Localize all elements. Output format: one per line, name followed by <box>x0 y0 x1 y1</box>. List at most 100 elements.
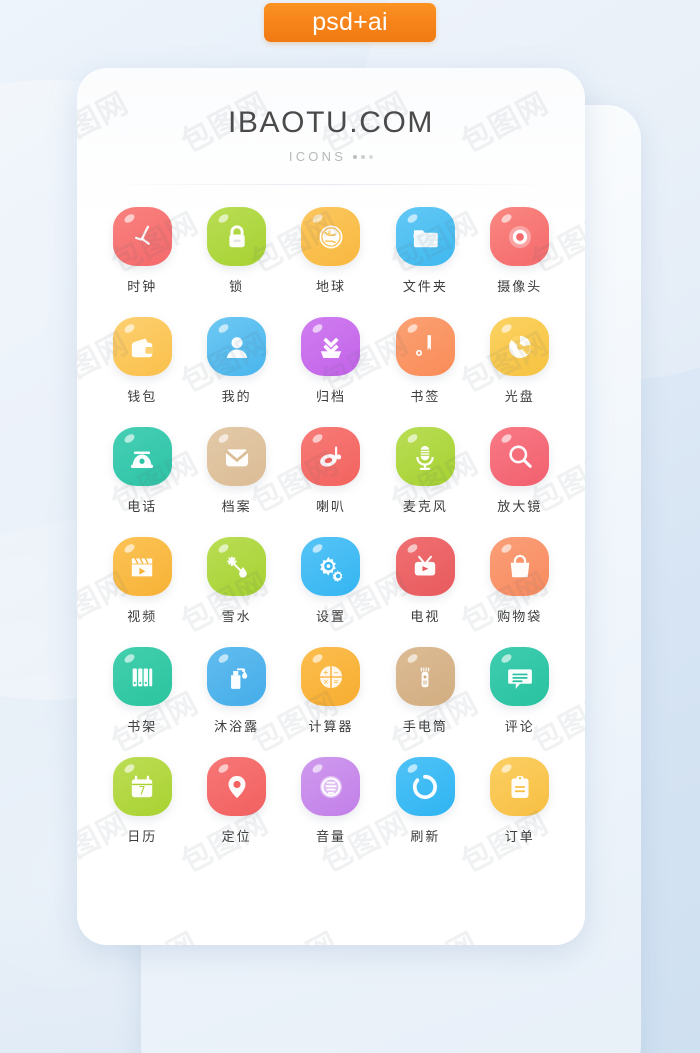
icon-item-microphone[interactable]: 麦克风 <box>378 427 472 515</box>
icon-label: 时钟 <box>127 280 158 295</box>
disc-icon[interactable] <box>490 317 550 376</box>
svg-text:7: 7 <box>139 784 146 797</box>
lock-icon[interactable] <box>207 207 267 266</box>
icon-item-television[interactable]: 电视 <box>378 537 472 625</box>
icon-label: 光盘 <box>504 390 535 405</box>
page-title: IBAOTU.COM <box>227 106 434 139</box>
icon-label: 购物袋 <box>497 610 543 625</box>
icon-label: 雪水 <box>221 610 252 625</box>
icon-item-disc[interactable]: 光盘 <box>473 317 567 405</box>
refresh-icon[interactable] <box>395 757 455 816</box>
order-icon[interactable] <box>490 757 550 816</box>
icon-label: 档案 <box>221 500 252 515</box>
profile-icon[interactable] <box>207 317 267 376</box>
icon-label: 手电筒 <box>402 720 448 735</box>
icon-label: 地球 <box>315 280 346 295</box>
icon-label: 电视 <box>410 610 441 625</box>
file-icon[interactable] <box>207 427 267 486</box>
icon-item-file[interactable]: 档案 <box>189 427 283 515</box>
svg-text:×: × <box>323 677 329 685</box>
snow-water-icon[interactable] <box>207 537 267 596</box>
icon-item-bookmark[interactable]: 书签 <box>378 317 472 405</box>
icon-item-calculator[interactable]: + − × = 计算器 <box>284 647 378 735</box>
bookshelf-icon[interactable] <box>112 647 172 706</box>
icon-item-location[interactable]: 定位 <box>189 757 283 845</box>
camera-icon[interactable] <box>490 207 550 266</box>
volume-icon[interactable] <box>301 757 361 816</box>
icon-item-snow-water[interactable]: 雪水 <box>189 537 283 625</box>
flashlight-icon[interactable] <box>395 647 455 706</box>
icon-label: 沐浴露 <box>214 720 260 735</box>
speaker-icon[interactable] <box>301 427 361 486</box>
header-divider <box>99 184 563 185</box>
icon-item-refresh[interactable]: 刷新 <box>378 757 472 845</box>
icon-label: 书架 <box>127 720 158 735</box>
phone-icon[interactable] <box>112 427 172 486</box>
icon-set-card: IBAOTU.COM ICONS 时钟 锁 地球 文件夹 摄像头 钱包 我的 归… <box>77 68 585 945</box>
svg-text:+: + <box>323 668 329 676</box>
icon-item-wallet[interactable]: 钱包 <box>95 317 189 405</box>
icon-item-video[interactable]: 视频 <box>95 537 189 625</box>
icon-item-flashlight[interactable]: 手电筒 <box>378 647 472 735</box>
globe-icon[interactable] <box>301 207 361 266</box>
icon-item-order[interactable]: 订单 <box>473 757 567 845</box>
icon-item-profile[interactable]: 我的 <box>189 317 283 405</box>
video-icon[interactable] <box>112 537 172 596</box>
format-badge: psd+ai <box>264 3 436 42</box>
icon-label: 日历 <box>127 830 158 845</box>
archive-icon[interactable] <box>301 317 361 376</box>
icon-item-shopping-bag[interactable]: 购物袋 <box>473 537 567 625</box>
icon-item-archive[interactable]: 归档 <box>284 317 378 405</box>
shopping-bag-icon[interactable] <box>490 537 550 596</box>
icon-item-comment[interactable]: 评论 <box>473 647 567 735</box>
icon-label: 摄像头 <box>497 280 543 295</box>
icon-label: 电话 <box>127 500 158 515</box>
icon-label: 我的 <box>221 390 252 405</box>
icon-item-volume[interactable]: 音量 <box>284 757 378 845</box>
svg-text:−: − <box>333 668 339 676</box>
icon-label: 定位 <box>221 830 252 845</box>
microphone-icon[interactable] <box>395 427 455 486</box>
bookmark-icon[interactable] <box>395 317 455 376</box>
icon-label: 刷新 <box>410 830 441 845</box>
icon-label: 归档 <box>315 390 346 405</box>
icon-grid: 时钟 锁 地球 文件夹 摄像头 钱包 我的 归档 书签 光盘 电话 档案 喇叭 … <box>77 207 585 845</box>
calculator-icon[interactable]: + − × = <box>301 647 361 706</box>
icon-label: 评论 <box>504 720 535 735</box>
wallet-icon[interactable] <box>112 317 172 376</box>
icon-item-camera[interactable]: 摄像头 <box>473 207 567 295</box>
icon-label: 放大镜 <box>497 500 543 515</box>
icon-label: 文件夹 <box>402 280 448 295</box>
icon-item-folder[interactable]: 文件夹 <box>378 207 472 295</box>
subtitle-dots-icon <box>353 154 374 159</box>
comment-icon[interactable] <box>490 647 550 706</box>
icon-item-phone[interactable]: 电话 <box>95 427 189 515</box>
calendar-icon[interactable]: 7 <box>112 757 172 816</box>
icon-item-calendar[interactable]: 7 日历 <box>95 757 189 845</box>
subtitle-label: ICONS <box>288 149 347 164</box>
location-icon[interactable] <box>207 757 267 816</box>
icon-item-globe[interactable]: 地球 <box>284 207 378 295</box>
icon-item-bookshelf[interactable]: 书架 <box>95 647 189 735</box>
icon-label: 钱包 <box>127 390 158 405</box>
icon-label: 计算器 <box>308 720 354 735</box>
icon-label: 订单 <box>504 830 535 845</box>
television-icon[interactable] <box>395 537 455 596</box>
icon-item-lock[interactable]: 锁 <box>189 207 283 295</box>
magnifier-icon[interactable] <box>490 427 550 486</box>
icon-item-body-wash[interactable]: 沐浴露 <box>189 647 283 735</box>
card-subtitle: ICONS <box>77 149 585 164</box>
icon-item-speaker[interactable]: 喇叭 <box>284 427 378 515</box>
icon-item-magnifier[interactable]: 放大镜 <box>473 427 567 515</box>
icon-label: 设置 <box>315 610 346 625</box>
icon-label: 视频 <box>127 610 158 625</box>
icon-item-settings[interactable]: 设置 <box>284 537 378 625</box>
clock-icon[interactable] <box>112 207 172 266</box>
settings-icon[interactable] <box>301 537 361 596</box>
icon-label: 麦克风 <box>402 500 448 515</box>
icon-label: 喇叭 <box>315 500 346 515</box>
icon-item-clock[interactable]: 时钟 <box>95 207 189 295</box>
icon-label: 书签 <box>410 390 441 405</box>
body-wash-icon[interactable] <box>207 647 267 706</box>
folder-icon[interactable] <box>395 207 455 266</box>
